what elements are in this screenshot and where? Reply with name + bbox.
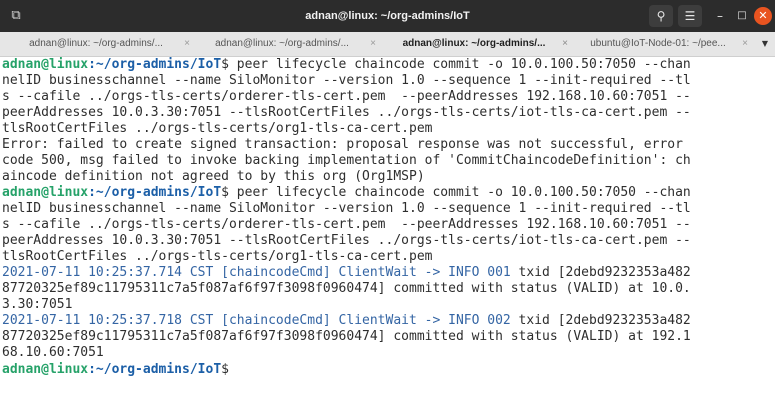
line-text: nelID businesschannel --name SiloMonitor…: [2, 73, 691, 88]
line-text: tlsRootCertFiles ../orgs-tls-certs/org1-…: [2, 121, 433, 136]
terminal-window: ⧉ adnan@linux: ~/org-admins/IoT ⚲ ☰ – □ …: [0, 0, 775, 416]
terminal-line: code 500, msg failed to invoke backing i…: [2, 153, 691, 169]
line-text: peerAddresses 10.0.3.30:7051 --tlsRootCe…: [2, 233, 691, 248]
line-text: 68.10.60:7051: [2, 345, 104, 360]
tab-label: adnan@linux: ~/org-admins/...: [29, 38, 163, 49]
line-text: 3.30:7051: [2, 297, 73, 312]
terminal-line: s --cafile ../orgs-tls-certs/orderer-tls…: [2, 89, 691, 105]
line-text: s --cafile ../orgs-tls-certs/orderer-tls…: [2, 217, 691, 232]
log-prefix: 2021-07-11 10:25:37.718 CST [chaincodeCm…: [2, 313, 511, 328]
line-text: tlsRootCertFiles ../orgs-tls-certs/org1-…: [2, 249, 433, 264]
terminal-line: peerAddresses 10.0.3.30:7051 --tlsRootCe…: [2, 105, 691, 121]
terminal-line: aincode definition not agreed to by this…: [2, 169, 425, 185]
tab-label: ubuntu@IoT-Node-01: ~/pee...: [590, 38, 726, 49]
terminal-line: nelID businesschannel --name SiloMonitor…: [2, 201, 691, 217]
close-tab-icon[interactable]: ×: [562, 32, 568, 56]
line-text: s --cafile ../orgs-tls-certs/orderer-tls…: [2, 89, 691, 104]
line-text: Error: failed to create signed transacti…: [2, 137, 683, 152]
line-text: txid [2debd9232353a482: [510, 313, 691, 328]
close-tab-icon[interactable]: ×: [370, 32, 376, 56]
terminal-log-line: 2021-07-11 10:25:37.718 CST [chaincodeCm…: [2, 313, 691, 329]
line-text: 87720325ef89c11795311c7a5f087af6f97f3098…: [2, 281, 691, 296]
prompt-path: :~/org-admins/IoT: [88, 185, 222, 200]
terminal-line: tlsRootCertFiles ../orgs-tls-certs/org1-…: [2, 121, 432, 137]
prompt-user: adnan@linux: [2, 362, 89, 377]
prompt-user: adnan@linux: [2, 57, 89, 72]
line-text: $ peer lifecycle chaincode commit -o 10.…: [221, 185, 691, 200]
tab-label: adnan@linux: ~/org-admins/...: [402, 38, 546, 49]
line-text: code 500, msg failed to invoke backing i…: [2, 153, 691, 168]
prompt-path: :~/org-admins/IoT: [88, 57, 222, 72]
terminal-prompt-line: adnan@linux:~/org-admins/IoT$ peer lifec…: [2, 57, 691, 73]
terminal-line: Error: failed to create signed transacti…: [2, 137, 683, 153]
terminal-line: 87720325ef89c11795311c7a5f087af6f97f3098…: [2, 281, 691, 297]
close-tab-icon[interactable]: ×: [184, 32, 190, 56]
line-text: $ peer lifecycle chaincode commit -o 10.…: [221, 57, 691, 72]
tab-bar: adnan@linux: ~/org-admins/... × adnan@li…: [0, 32, 775, 57]
tab-2[interactable]: adnan@linux: ~/org-admins/... ×: [200, 32, 378, 56]
terminal-line: tlsRootCertFiles ../orgs-tls-certs/org1-…: [2, 249, 432, 265]
tab-1[interactable]: adnan@linux: ~/org-admins/... ×: [14, 32, 192, 56]
terminal-line: 68.10.60:7051: [2, 345, 104, 361]
terminal-prompt-line: adnan@linux:~/org-admins/IoT$: [2, 361, 247, 377]
terminal-line: s --cafile ../orgs-tls-certs/orderer-tls…: [2, 217, 691, 233]
terminal-line: nelID businesschannel --name SiloMonitor…: [2, 73, 691, 89]
maximize-icon[interactable]: □: [732, 5, 752, 27]
tab-label: adnan@linux: ~/org-admins/...: [215, 38, 349, 49]
log-prefix: 2021-07-11 10:25:37.714 CST [chaincodeCm…: [2, 265, 511, 280]
terminal-log-line: 2021-07-11 10:25:37.714 CST [chaincodeCm…: [2, 265, 691, 281]
new-tab-icon[interactable]: ⧉: [6, 6, 26, 26]
prompt-path: :~/org-admins/IoT: [88, 362, 222, 377]
line-text: nelID businesschannel --name SiloMonitor…: [2, 201, 691, 216]
prompt-user: adnan@linux: [2, 185, 89, 200]
tab-4[interactable]: ubuntu@IoT-Node-01: ~/pee... ×: [580, 32, 750, 56]
terminal-prompt-line: adnan@linux:~/org-admins/IoT$ peer lifec…: [2, 185, 691, 201]
terminal-line: 87720325ef89c11795311c7a5f087af6f97f3098…: [2, 329, 691, 345]
close-icon[interactable]: ✕: [754, 7, 772, 25]
title-bar: ⧉ adnan@linux: ~/org-admins/IoT ⚲ ☰ – □ …: [0, 0, 775, 32]
terminal-line: 3.30:7051: [2, 297, 72, 313]
minimize-icon[interactable]: –: [710, 5, 730, 27]
close-tab-icon[interactable]: ×: [742, 32, 748, 56]
tab-3-active[interactable]: adnan@linux: ~/org-admins/... ×: [392, 32, 570, 56]
terminal-output[interactable]: adnan@linux:~/org-admins/IoT$ peer lifec…: [0, 57, 775, 416]
hamburger-menu-icon[interactable]: ☰: [678, 5, 702, 27]
line-text: aincode definition not agreed to by this…: [2, 169, 425, 184]
line-text: $: [221, 362, 237, 377]
terminal-line: peerAddresses 10.0.3.30:7051 --tlsRootCe…: [2, 233, 691, 249]
line-text: 87720325ef89c11795311c7a5f087af6f97f3098…: [2, 329, 691, 344]
tab-overflow-chevron-icon[interactable]: ▼: [758, 32, 772, 56]
search-icon[interactable]: ⚲: [649, 5, 673, 27]
line-text: peerAddresses 10.0.3.30:7051 --tlsRootCe…: [2, 105, 691, 120]
line-text: txid [2debd9232353a482: [510, 265, 691, 280]
